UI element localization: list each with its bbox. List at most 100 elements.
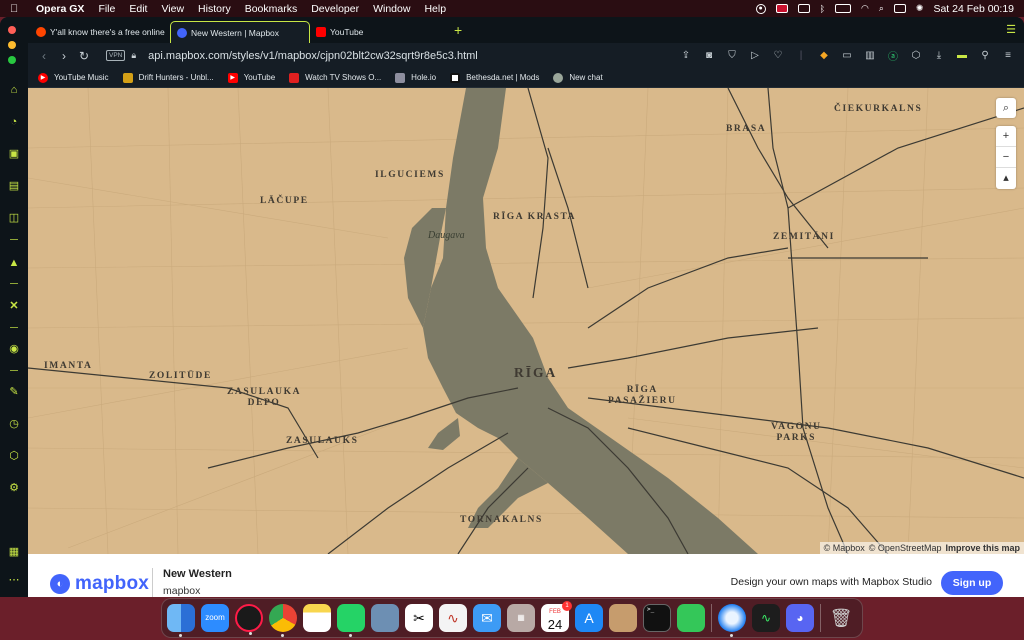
bluetooth-icon[interactable]: ᛒ xyxy=(820,4,825,14)
battery-icon[interactable] xyxy=(834,4,851,13)
control-center-icon[interactable] xyxy=(893,4,906,13)
bookmark-drift-hunters[interactable]: Drift Hunters - Unbl... xyxy=(122,72,214,83)
bookmark-hole-io[interactable]: Hole.io xyxy=(395,72,436,83)
menu-file[interactable]: File xyxy=(98,3,115,15)
finder-icon[interactable] xyxy=(167,604,195,637)
mapbox-logo[interactable]: ◐ mapbox xyxy=(50,573,149,595)
apple-icon[interactable]:  xyxy=(10,3,24,15)
zoom-out-button[interactable]: − xyxy=(996,147,1016,168)
cube-extensions-icon[interactable]: ⬡ xyxy=(7,449,21,463)
share-icon[interactable]: ⇪ xyxy=(680,50,692,61)
flag-icon[interactable] xyxy=(775,4,788,13)
menu-app-name[interactable]: Opera GX xyxy=(36,3,84,15)
send-icon[interactable]: ▷ xyxy=(749,50,761,61)
launchpad-icon[interactable]: ▦ xyxy=(507,604,535,632)
discord-icon[interactable]: ◕ xyxy=(786,604,814,632)
chrome-icon[interactable] xyxy=(269,604,297,637)
contacts-icon[interactable] xyxy=(609,604,637,632)
extensions-cube-icon[interactable]: ⬡ xyxy=(910,50,922,61)
attribution-osm-link[interactable]: © OpenStreetMap xyxy=(869,543,942,553)
app-store-icon[interactable]: A xyxy=(575,604,603,632)
menu-developer[interactable]: Developer xyxy=(311,3,359,15)
bookmark-youtube-music[interactable]: ▶ YouTube Music xyxy=(38,72,109,83)
settings-gear-icon[interactable]: ⚙ xyxy=(7,481,21,495)
menu-view[interactable]: View xyxy=(161,3,184,15)
more-dots-icon[interactable]: ⋯ xyxy=(7,573,21,587)
keyboard-icon[interactable] xyxy=(797,4,810,13)
spotlight-search-icon[interactable]: ⌕ xyxy=(879,3,884,14)
calendar-icon[interactable]: FEB 24 1 xyxy=(541,601,572,632)
speedometer-icon[interactable]: ◔ xyxy=(7,115,21,129)
menu-window[interactable]: Window xyxy=(373,3,410,15)
url-field[interactable]: api.mapbox.com/styles/v1/mapbox/cjpn02bl… xyxy=(148,50,478,62)
bookmark-new-chat[interactable]: New chat xyxy=(553,72,603,83)
map-search-button[interactable]: ⌕ xyxy=(996,98,1016,118)
notes-icon[interactable] xyxy=(303,604,331,632)
sign-up-button[interactable]: Sign up xyxy=(941,571,1003,595)
compass-reset-button[interactable]: ▴ xyxy=(996,168,1016,189)
menubar-clock[interactable]: Sat 24 Feb 00:19 xyxy=(933,3,1014,15)
menu-bookmarks[interactable]: Bookmarks xyxy=(245,3,298,15)
bookmark-youtube[interactable]: ▶ YouTube xyxy=(227,72,275,83)
new-tab-plus-icon[interactable]: + xyxy=(454,22,462,38)
history-clock-icon[interactable]: ◷ xyxy=(7,417,21,431)
trash-icon[interactable]: 🗑︎ xyxy=(827,604,855,632)
whatsapp-icon[interactable] xyxy=(337,604,365,637)
forward-button[interactable]: › xyxy=(54,49,74,63)
battery-saver-icon[interactable]: ▬ xyxy=(956,50,968,61)
menu-edit[interactable]: Edit xyxy=(129,3,147,15)
grapher-icon[interactable]: ∿ xyxy=(439,604,467,632)
bookmark-bethesda[interactable]: Bethesda.net | Mods xyxy=(450,72,539,83)
messages-icon[interactable] xyxy=(677,604,705,632)
zoom-in-button[interactable]: + xyxy=(996,126,1016,147)
menu-lines-icon[interactable]: ≡ xyxy=(1002,50,1014,61)
x-twitter-icon[interactable]: ✕ xyxy=(7,299,21,313)
preview-icon[interactable] xyxy=(371,604,399,632)
opera-gx-icon[interactable] xyxy=(235,604,263,635)
shopping-bag-icon[interactable]: ▣ xyxy=(7,147,21,161)
capcut-icon[interactable]: ✂ xyxy=(405,604,433,632)
improve-map-link[interactable]: Improve this map xyxy=(945,543,1020,553)
shield-icon[interactable]: ⛉ xyxy=(726,50,738,61)
player-icon[interactable]: ◉ xyxy=(7,342,21,356)
tab-youtube[interactable]: YouTube xyxy=(310,21,440,43)
download-icon[interactable]: ⤓ xyxy=(933,50,945,61)
sidebar-setup-icon[interactable]: ▦ xyxy=(7,545,21,559)
terminal-icon[interactable]: >_ xyxy=(643,604,671,632)
extension-diamond-icon[interactable]: ◆ xyxy=(818,50,830,61)
extension-grid-icon[interactable]: ▥ xyxy=(864,50,876,61)
reload-button[interactable]: ↻ xyxy=(74,49,94,63)
gx-corner-icon[interactable]: ▲ xyxy=(7,256,21,270)
attribution-mapbox-link[interactable]: © Mapbox xyxy=(824,543,865,553)
tab-reddit[interactable]: Y'all know there's a free online xyxy=(30,21,168,43)
vpn-badge[interactable]: VPN xyxy=(106,50,126,61)
map-canvas[interactable]: BRASA ČIEKURKALNS ILGUCIEMS LĀČUPE RĪGA … xyxy=(28,88,1024,554)
zoom-app-icon[interactable]: zoom xyxy=(201,604,229,632)
siri-icon[interactable]: ✺ xyxy=(916,3,924,14)
map-label-brasa: BRASA xyxy=(726,124,767,134)
tab-stack-icon[interactable]: ☰ xyxy=(1006,23,1016,36)
bookmark-watch-tv[interactable]: Watch TV Shows O... xyxy=(289,72,381,83)
gamepad-icon[interactable]: ⌂ xyxy=(7,83,21,97)
zoom-window-button[interactable] xyxy=(8,56,16,64)
edit-icon[interactable]: ✎ xyxy=(7,385,21,399)
camera-snapshot-icon[interactable]: ◙ xyxy=(703,50,715,61)
heart-icon[interactable]: ♡ xyxy=(772,50,784,61)
gx-control-icon[interactable]: ◫ xyxy=(7,211,21,225)
wifi-icon[interactable]: ◠ xyxy=(861,3,869,14)
mail-icon[interactable]: ✉ xyxy=(473,604,501,632)
menu-help[interactable]: Help xyxy=(424,3,446,15)
minimize-window-button[interactable] xyxy=(8,41,16,49)
screen-record-icon[interactable]: ● xyxy=(755,3,766,14)
easy-setup-icon[interactable]: ⚲ xyxy=(979,50,991,61)
menu-history[interactable]: History xyxy=(198,3,231,15)
activity-monitor-icon[interactable]: ∿ xyxy=(752,604,780,632)
twitch-icon[interactable]: ▤ xyxy=(7,179,21,193)
lock-icon[interactable]: 🔒︎ xyxy=(131,50,136,61)
close-window-button[interactable] xyxy=(8,26,16,34)
safari-icon[interactable] xyxy=(718,604,746,637)
extension-window-icon[interactable]: ▭ xyxy=(841,50,853,61)
extension-a-icon[interactable]: ⓐ xyxy=(887,48,899,63)
back-button[interactable]: ‹ xyxy=(34,49,54,63)
tab-mapbox[interactable]: New Western | Mapbox xyxy=(170,21,310,43)
